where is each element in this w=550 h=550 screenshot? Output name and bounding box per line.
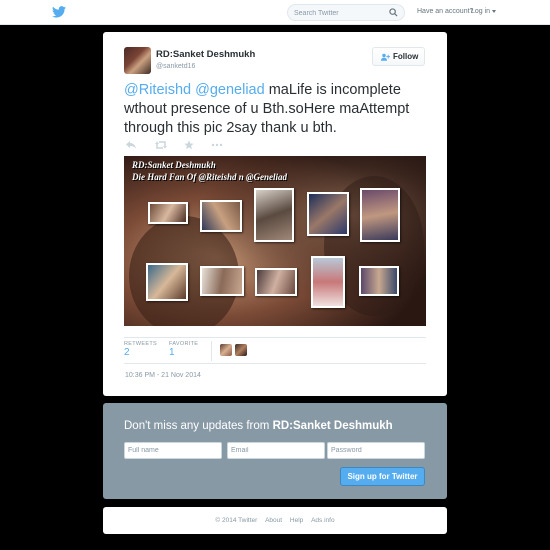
signup-title: Don't miss any updates from RD:Sanket De… (124, 420, 393, 432)
author-handle[interactable]: @sanketd16 (156, 63, 195, 70)
mention-link[interactable]: @Riteishd (124, 82, 191, 98)
tweet-card: RD:Sanket Deshmukh @sanketd16 Follow @Ri… (103, 32, 447, 396)
collage-photo (200, 200, 242, 232)
photo-caption-line2: Die Hard Fan Of @Riteishd n @Geneliad (132, 172, 287, 182)
footer: © 2014 Twitter About Help Ads info (103, 507, 447, 534)
reply-icon[interactable] (125, 140, 137, 150)
login-label: Log in (471, 8, 491, 15)
avatar[interactable] (124, 47, 151, 74)
divider (124, 363, 426, 364)
divider (124, 337, 426, 338)
collage-photo (200, 266, 244, 296)
collage-photo (146, 263, 188, 301)
search-input[interactable] (294, 7, 386, 19)
follow-label: Follow (393, 52, 419, 61)
favoriter-avatar[interactable] (220, 344, 232, 356)
fullname-field[interactable] (124, 442, 222, 459)
more-icon[interactable] (211, 140, 223, 150)
tweet-photo[interactable]: RD:Sanket Deshmukh Die Hard Fan Of @Rite… (124, 156, 426, 326)
have-account-text: Have an account? (417, 8, 474, 15)
signup-title-prefix: Don't miss any updates from (124, 420, 273, 432)
retweets-count[interactable]: 2 (124, 347, 130, 358)
author-name[interactable]: RD:Sanket Deshmukh (156, 49, 255, 60)
footer-link-about[interactable]: About (265, 517, 282, 524)
photo-caption-line1: RD:Sanket Deshmukh (132, 160, 216, 170)
password-field[interactable] (327, 442, 425, 459)
collage-photo (307, 192, 349, 236)
collage-photo (360, 188, 400, 242)
tweet-timestamp[interactable]: 10:36 PM - 21 Nov 2014 (125, 372, 201, 379)
signup-button[interactable]: Sign up for Twitter (340, 467, 425, 486)
divider (211, 341, 212, 361)
signup-title-name: RD:Sanket Deshmukh (272, 420, 393, 432)
signup-panel: Don't miss any updates from RD:Sanket De… (103, 403, 447, 499)
footer-links: © 2014 Twitter About Help Ads info (103, 517, 447, 524)
twitter-bird-icon[interactable] (52, 6, 66, 18)
top-bar: Have an account? Log in (0, 0, 550, 25)
chevron-down-icon (492, 9, 497, 13)
tweet-text: @Riteishd @geneliad maLife is incomplete… (124, 81, 429, 138)
search-icon[interactable] (389, 8, 398, 17)
footer-link-ads-info[interactable]: Ads info (311, 517, 335, 524)
email-field[interactable] (227, 442, 325, 459)
footer-link-help[interactable]: Help (290, 517, 303, 524)
retweet-icon[interactable] (155, 140, 167, 150)
favorites-count[interactable]: 1 (169, 347, 175, 358)
favorite-icon[interactable] (183, 140, 195, 150)
collage-photo (254, 188, 294, 242)
footer-copyright: © 2014 Twitter (215, 517, 258, 524)
collage-photo (148, 202, 188, 224)
follow-user-icon (381, 53, 390, 61)
mention-link[interactable]: @geneliad (195, 82, 265, 98)
login-link[interactable]: Log in (471, 8, 497, 15)
collage-photo (255, 268, 297, 296)
collage-photo (359, 266, 399, 296)
collage-photo (311, 256, 345, 308)
search-box[interactable] (287, 4, 405, 21)
favoriter-avatar[interactable] (235, 344, 247, 356)
follow-button[interactable]: Follow (372, 47, 425, 66)
